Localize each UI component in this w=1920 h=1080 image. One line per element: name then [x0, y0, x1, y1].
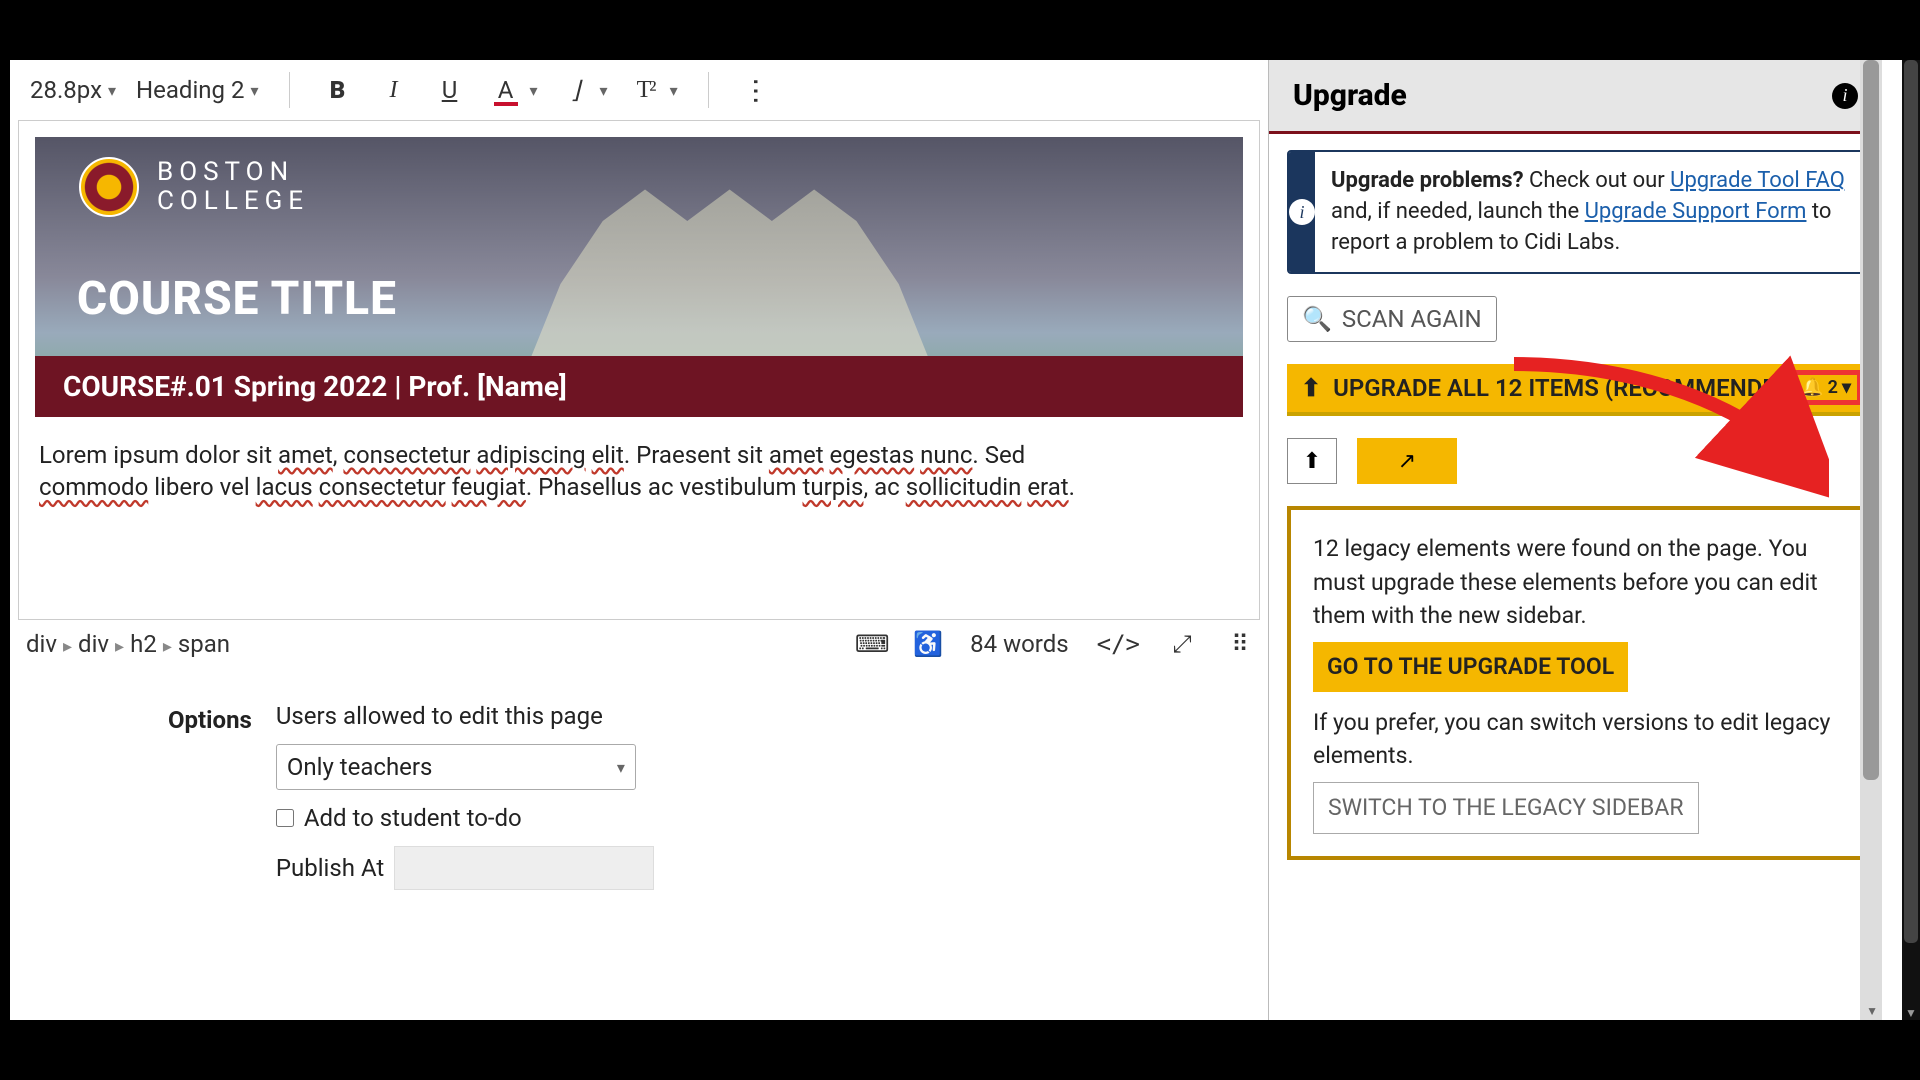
editor-toolbar: 28.8px ▾ Heading 2 ▾ B I U A ▾ ⌋ ▾ T² ▾ [18, 64, 1260, 116]
chevron-down-icon: ▾ [250, 81, 258, 100]
rich-text-editor[interactable]: BOSTON COLLEGE COURSE TITLE COURSE#.01 S… [18, 120, 1260, 620]
body-paragraph: Lorem ipsum dolor sit amet, consectetur … [19, 433, 1259, 518]
page-options: Options Users allowed to edit this page … [18, 702, 1260, 890]
bold-button[interactable]: B [320, 72, 356, 108]
link-upgrade-faq[interactable]: Upgrade Tool FAQ [1670, 168, 1845, 193]
publish-at-label: Publish At [276, 854, 384, 882]
superscript-dropdown[interactable]: T² ▾ [628, 72, 678, 108]
toolbar-separator [708, 72, 709, 108]
legacy-warning-panel: 12 legacy elements were found on the pag… [1287, 506, 1864, 859]
sidebar-title: Upgrade [1293, 78, 1407, 113]
scan-again-button[interactable]: 🔍 SCAN AGAIN [1287, 296, 1497, 342]
alert-lead: Upgrade problems? [1331, 168, 1524, 193]
sidebar-header: Upgrade i [1269, 60, 1882, 134]
publish-at-input[interactable] [394, 846, 654, 890]
editor-statusbar: div▸div▸h2▸span ⌨ ♿ 84 words </> ⤢ ⠿ [18, 620, 1260, 662]
switch-legacy-button[interactable]: SWITCH TO THE LEGACY SIDEBAR [1313, 782, 1699, 833]
font-size-value: 28.8px [30, 76, 102, 104]
editor-pane: 28.8px ▾ Heading 2 ▾ B I U A ▾ ⌋ ▾ T² ▾ [10, 60, 1268, 1020]
element-breadcrumb[interactable]: div▸div▸h2▸span [26, 630, 230, 658]
search-icon: 🔍 [1302, 305, 1332, 333]
more-options-button[interactable]: ⋯ [739, 72, 775, 108]
institution-name: BOSTON COLLEGE [157, 158, 309, 215]
notification-badge[interactable]: 🔔 2 ▾ [1790, 370, 1862, 405]
chevron-down-icon: ▾ [617, 758, 625, 777]
legacy-switch-text: If you prefer, you can switch versions t… [1313, 706, 1838, 773]
accessibility-icon[interactable]: ♿ [914, 630, 942, 658]
open-external-button[interactable]: ↗ [1357, 438, 1457, 484]
todo-label: Add to student to-do [304, 804, 522, 832]
upload-icon: ⬆ [1303, 449, 1321, 474]
course-title: COURSE TITLE [77, 272, 397, 326]
info-icon[interactable]: i [1832, 83, 1858, 109]
upgrade-all-button[interactable]: ⬆ UPGRADE ALL 12 ITEMS (RECOMMENDED) 🔔 2… [1287, 364, 1864, 416]
fullscreen-icon[interactable]: ⤢ [1168, 630, 1196, 658]
school-seal-icon [79, 157, 139, 217]
page-scrollbar[interactable]: ▼ [1902, 60, 1920, 1020]
block-format-value: Heading 2 [136, 76, 244, 104]
notification-count: 2 [1828, 377, 1838, 398]
upgrade-sidebar: Upgrade i i Upgrade problems? Check out … [1268, 60, 1882, 1020]
keyboard-icon[interactable]: ⌨ [858, 630, 886, 658]
chevron-down-icon: ▾ [670, 81, 678, 100]
toolbar-separator [289, 72, 290, 108]
external-link-icon: ↗ [1398, 449, 1416, 474]
upgrade-problems-alert: i Upgrade problems? Check out our Upgrad… [1287, 150, 1864, 274]
edit-permissions-label: Users allowed to edit this page [276, 702, 654, 730]
superscript-icon: T² [628, 72, 664, 108]
chevron-down-icon: ▾ [600, 81, 608, 100]
course-subtitle: COURSE#.01 Spring 2022 | Prof. [Name] [35, 356, 1243, 417]
block-format-dropdown[interactable]: Heading 2 ▾ [136, 76, 258, 104]
options-label: Options [168, 706, 252, 890]
edit-permissions-select[interactable]: Only teachers ▾ [276, 744, 636, 790]
chevron-down-icon: ▾ [108, 81, 116, 100]
app-window: 28.8px ▾ Heading 2 ▾ B I U A ▾ ⌋ ▾ T² ▾ [10, 60, 1905, 1020]
word-count: 84 words [970, 630, 1068, 658]
highlight-color-dropdown[interactable]: ⌋ ▾ [558, 72, 608, 108]
text-color-icon: A [488, 72, 524, 108]
italic-button[interactable]: I [376, 72, 412, 108]
caret-down-icon: ▾ [1842, 377, 1851, 398]
institution-brand: BOSTON COLLEGE [79, 157, 309, 217]
html-view-button[interactable]: </> [1097, 630, 1140, 658]
upload-button[interactable]: ⬆ [1287, 438, 1337, 484]
upgrade-all-label: UPGRADE ALL 12 ITEMS (RECOMMENDED) [1333, 374, 1800, 402]
bell-icon: 🔔 [1801, 377, 1823, 398]
chevron-down-icon: ▾ [530, 81, 538, 100]
info-icon: i [1289, 199, 1315, 225]
upgrade-toolbar: ⬆ ↗ [1287, 438, 1864, 484]
text-color-dropdown[interactable]: A ▾ [488, 72, 538, 108]
upload-icon: ⬆ [1301, 374, 1321, 402]
sidebar-scrollbar[interactable]: ▲ ▼ [1860, 60, 1882, 1020]
select-value: Only teachers [287, 753, 433, 781]
link-support-form[interactable]: Upgrade Support Form [1585, 199, 1807, 224]
font-size-dropdown[interactable]: 28.8px ▾ [30, 76, 116, 104]
resize-handle-icon[interactable]: ⠿ [1224, 630, 1252, 658]
underline-button[interactable]: U [432, 72, 468, 108]
go-to-upgrade-button[interactable]: GO TO THE UPGRADE TOOL [1313, 642, 1628, 691]
todo-checkbox-row[interactable]: Add to student to-do [276, 804, 654, 832]
highlight-icon: ⌋ [558, 72, 594, 108]
course-banner: BOSTON COLLEGE COURSE TITLE COURSE#.01 S… [35, 137, 1243, 417]
todo-checkbox[interactable] [276, 809, 294, 827]
scan-again-label: SCAN AGAIN [1342, 305, 1482, 333]
legacy-warning-text: 12 legacy elements were found on the pag… [1313, 532, 1838, 632]
